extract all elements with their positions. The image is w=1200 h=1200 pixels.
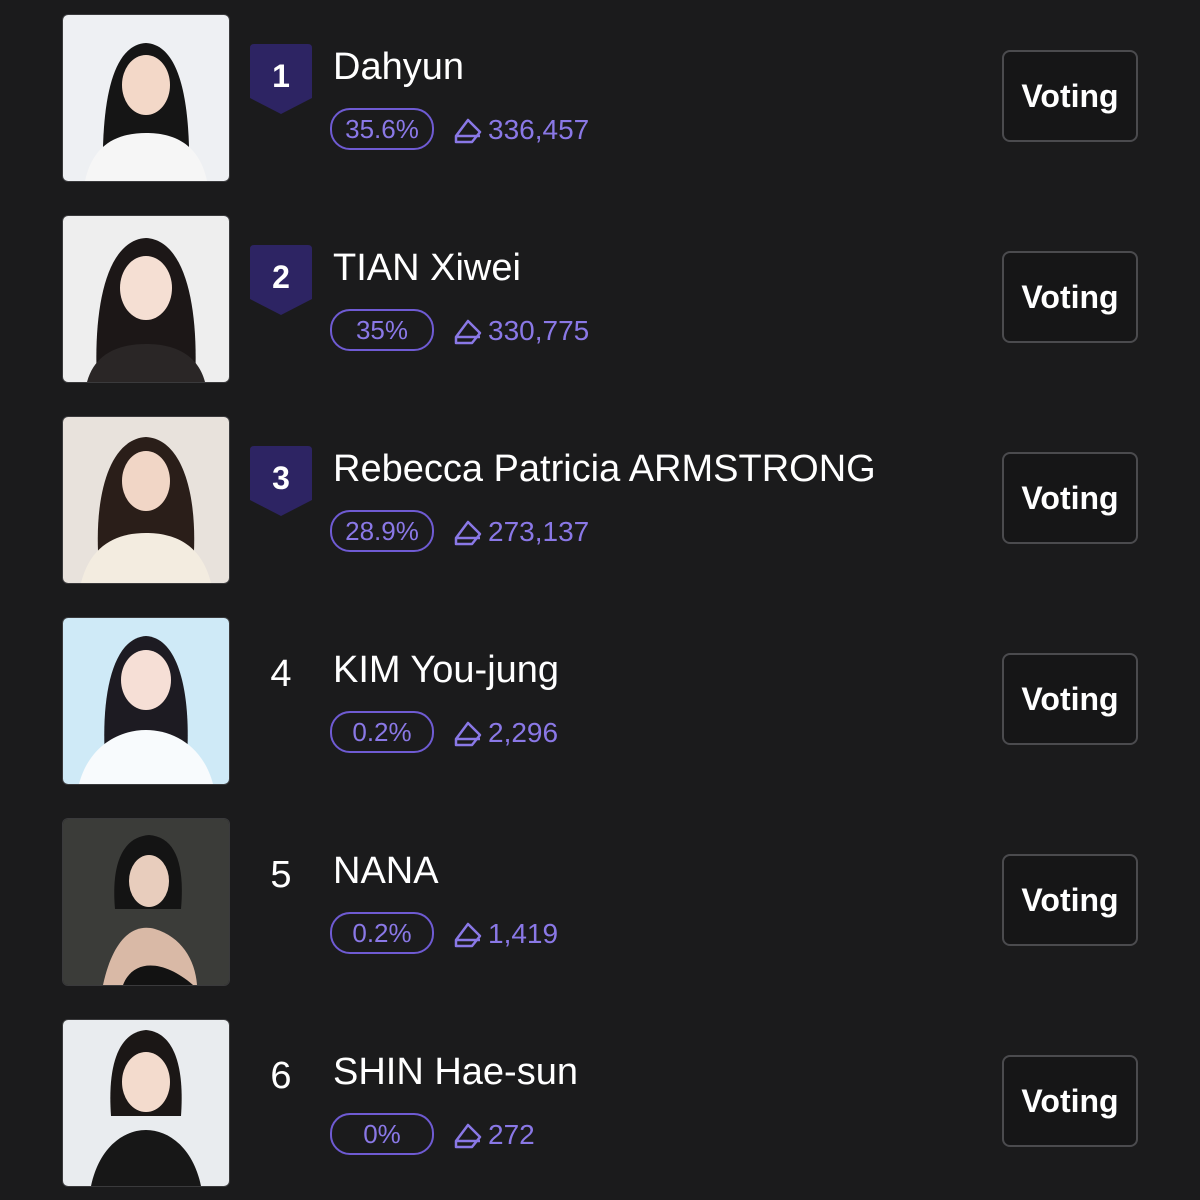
candidate-row: 2 TIAN Xiwei 35% 330,775 Voting — [0, 215, 1200, 385]
voting-button[interactable]: Voting — [1002, 50, 1138, 142]
rank-number: 1 — [272, 58, 290, 94]
candidate-photo[interactable] — [62, 14, 230, 182]
gem-icon — [454, 721, 482, 747]
voting-button[interactable]: Voting — [1002, 251, 1138, 343]
vote-percentage-badge: 28.9% — [330, 510, 434, 552]
vote-percentage-badge: 0.2% — [330, 711, 434, 753]
vote-count-value: 1,419 — [488, 918, 559, 949]
voting-button[interactable]: Voting — [1002, 452, 1138, 544]
gem-icon — [454, 520, 482, 546]
vote-percentage-badge: 0.2% — [330, 912, 434, 954]
candidate-row: 1 Dahyun 35.6% 336,457 Voting — [0, 14, 1200, 184]
candidate-row: 3 Rebecca Patricia ARMSTRONG 28.9% 273,1… — [0, 416, 1200, 586]
rank-badge: 3 — [248, 446, 314, 518]
gem-icon — [454, 118, 482, 144]
vote-percentage-badge: 0% — [330, 1113, 434, 1155]
vote-count-value: 336,457 — [488, 114, 590, 145]
voting-button[interactable]: Voting — [1002, 1055, 1138, 1147]
rank-number: 4 — [270, 653, 292, 695]
candidate-name: Dahyun — [333, 46, 464, 88]
vote-count: 1,419 — [452, 914, 558, 954]
candidate-name: SHIN Hae-sun — [333, 1051, 578, 1093]
vote-count-value: 272 — [488, 1119, 535, 1150]
candidate-name: NANA — [333, 850, 439, 892]
candidate-photo[interactable] — [62, 818, 230, 986]
candidate-name: Rebecca Patricia ARMSTRONG — [333, 448, 876, 490]
vote-count: 2,296 — [452, 713, 558, 753]
vote-count-value: 2,296 — [488, 717, 559, 748]
vote-percentage-badge: 35% — [330, 309, 434, 351]
candidate-photo[interactable] — [62, 416, 230, 584]
rank-number: 3 — [272, 460, 290, 496]
voting-button[interactable]: Voting — [1002, 854, 1138, 946]
candidate-photo[interactable] — [62, 215, 230, 383]
gem-icon — [454, 922, 482, 948]
vote-count: 330,775 — [452, 311, 589, 351]
gem-icon — [454, 1123, 482, 1149]
rank-number: 5 — [270, 854, 292, 896]
vote-count-value: 330,775 — [488, 315, 590, 346]
candidate-photo[interactable] — [62, 617, 230, 785]
vote-count: 273,137 — [452, 512, 589, 552]
candidate-row: 5 NANA 0.2% 1,419 Voting — [0, 818, 1200, 988]
candidate-row: 6 SHIN Hae-sun 0% 272 Voting — [0, 1019, 1200, 1189]
gem-icon — [454, 319, 482, 345]
vote-count-value: 273,137 — [488, 516, 590, 547]
voting-button[interactable]: Voting — [1002, 653, 1138, 745]
candidate-photo[interactable] — [62, 1019, 230, 1187]
rank-badge: 2 — [248, 245, 314, 317]
vote-percentage-badge: 35.6% — [330, 108, 434, 150]
rank-badge: 1 — [248, 44, 314, 116]
vote-count: 336,457 — [452, 110, 589, 150]
candidate-name: TIAN Xiwei — [333, 247, 521, 289]
ranking-list: 1 Dahyun 35.6% 336,457 Voting 2 TIAN Xiw… — [0, 0, 1200, 1200]
candidate-row: 4 KIM You-jung 0.2% 2,296 Voting — [0, 617, 1200, 787]
rank-number: 2 — [272, 259, 290, 295]
candidate-name: KIM You-jung — [333, 649, 560, 691]
rank-number: 6 — [270, 1055, 292, 1097]
vote-count: 272 — [452, 1115, 535, 1155]
